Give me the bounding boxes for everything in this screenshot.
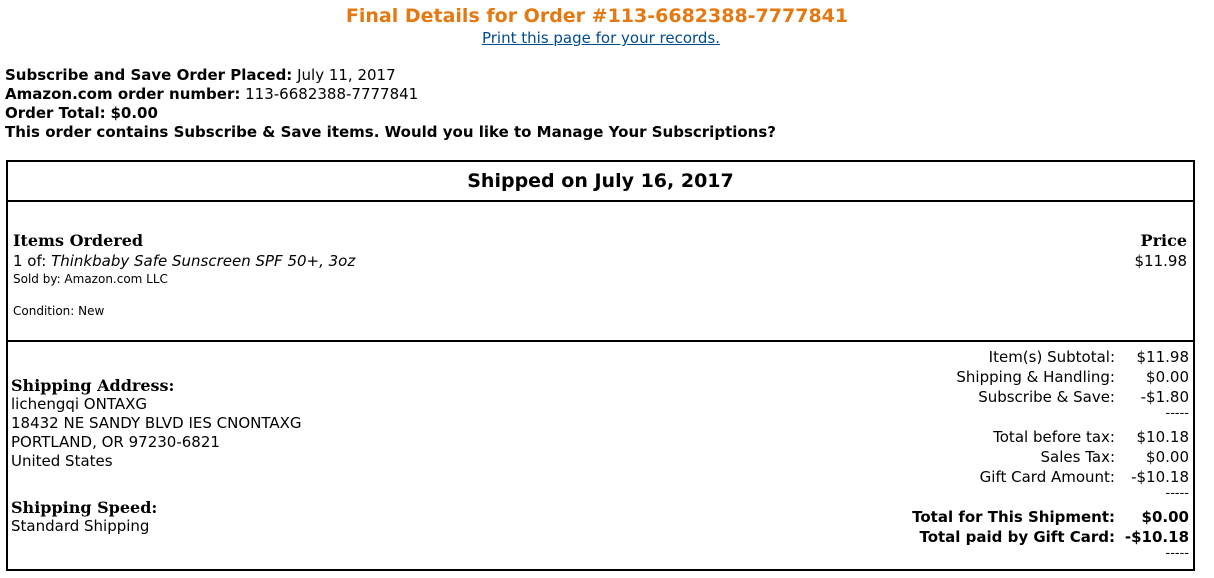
shipping-address: Shipping Address: lichengqi ONTAXG 18432… xyxy=(11,376,302,471)
item-quantity: 1 of: xyxy=(13,252,47,270)
item-line: 1 of: Thinkbaby Safe Sunscreen SPF 50+, … xyxy=(13,252,355,270)
subtotal-value: $11.98 xyxy=(1136,348,1190,366)
separator: ----- xyxy=(1165,486,1189,501)
shipment-heading: Shipped on July 16, 2017 xyxy=(467,170,734,192)
address-line: United States xyxy=(11,452,113,470)
order-number-value: 113-6682388-7777841 xyxy=(245,85,419,103)
separator: ----- xyxy=(1165,406,1189,421)
item-name: Thinkbaby Safe Sunscreen SPF 50+, 3oz xyxy=(51,252,356,270)
gift-paid-value: -$10.18 xyxy=(1124,528,1189,546)
order-total-row: Order Total: $0.00 xyxy=(5,104,776,123)
order-total-label: Order Total: xyxy=(5,104,106,122)
item-sold-by: Sold by: Amazon.com LLC xyxy=(13,272,168,286)
gift-card-row: Gift Card Amount: -$10.18 xyxy=(912,467,1189,487)
before-tax-label: Total before tax: xyxy=(993,428,1115,446)
shipping-speed-value: Standard Shipping xyxy=(11,517,150,535)
shipping-payment-box: Shipping Address: lichengqi ONTAXG 18432… xyxy=(6,340,1195,571)
shipment-total-label: Total for This Shipment: xyxy=(912,508,1115,526)
order-placed-row: Subscribe and Save Order Placed: July 11… xyxy=(5,66,776,85)
shipment-total-row: Total for This Shipment: $0.00 xyxy=(912,507,1189,527)
price-heading: Price xyxy=(1140,231,1187,250)
subscription-note: This order contains Subscribe & Save ite… xyxy=(5,123,776,142)
address-line: lichengqi ONTAXG xyxy=(11,395,147,413)
shipment-heading-box: Shipped on July 16, 2017 xyxy=(6,160,1195,202)
gift-card-value: -$10.18 xyxy=(1131,468,1189,486)
order-summary: Subscribe and Save Order Placed: July 11… xyxy=(5,66,776,142)
subscribe-save-value: -$1.80 xyxy=(1140,388,1189,406)
shipping-speed: Shipping Speed: Standard Shipping xyxy=(11,498,157,536)
gift-paid-row: Total paid by Gift Card: -$10.18 xyxy=(912,527,1189,547)
address-line: PORTLAND, OR 97230-6821 xyxy=(11,433,220,451)
before-tax-row: Total before tax: $10.18 xyxy=(912,427,1189,447)
sales-tax-row: Sales Tax: $0.00 xyxy=(912,447,1190,467)
subscription-note-text: This order contains Subscribe & Save ite… xyxy=(5,123,776,141)
order-placed-label: Subscribe and Save Order Placed: xyxy=(5,66,293,84)
item-condition: Condition: New xyxy=(13,304,105,318)
subscribe-save-label: Subscribe & Save: xyxy=(978,388,1115,406)
order-total-value: $0.00 xyxy=(110,104,158,122)
items-ordered-heading: Items Ordered xyxy=(13,231,144,250)
shipping-address-label: Shipping Address: xyxy=(11,376,175,395)
shipping-handling-label: Shipping & Handling: xyxy=(956,368,1115,386)
order-totals: Item(s) Subtotal: $11.98 Shipping & Hand… xyxy=(912,347,1189,567)
gift-paid-label: Total paid by Gift Card: xyxy=(919,528,1115,546)
order-placed-value: July 11, 2017 xyxy=(297,66,396,84)
shipping-speed-label: Shipping Speed: xyxy=(11,498,158,517)
page-title: Final Details for Order #113-6682388-777… xyxy=(345,5,849,27)
shipping-handling-value: $0.00 xyxy=(1146,368,1189,386)
order-number-row: Amazon.com order number: 113-6682388-777… xyxy=(5,85,776,104)
print-link[interactable]: Print this page for your records. xyxy=(0,29,1202,47)
before-tax-value: $10.18 xyxy=(1136,428,1190,446)
items-box: Items Ordered Price 1 of: Thinkbaby Safe… xyxy=(6,200,1195,342)
sales-tax-value: $0.00 xyxy=(1146,448,1189,466)
subtotal-row: Item(s) Subtotal: $11.98 xyxy=(912,347,1189,367)
separator: ----- xyxy=(1165,546,1189,561)
sales-tax-label: Sales Tax: xyxy=(1040,448,1116,466)
gift-card-label: Gift Card Amount: xyxy=(979,468,1115,486)
subtotal-label: Item(s) Subtotal: xyxy=(988,348,1115,366)
shipment-total-value: $0.00 xyxy=(1141,508,1189,526)
subscribe-save-row: Subscribe & Save: -$1.80 xyxy=(912,387,1189,407)
shipping-handling-row: Shipping & Handling: $0.00 xyxy=(912,367,1189,387)
address-line: 18432 NE SANDY BLVD IES CNONTAXG xyxy=(11,414,302,432)
order-number-label: Amazon.com order number: xyxy=(5,85,241,103)
item-price: $11.98 xyxy=(1134,252,1188,270)
